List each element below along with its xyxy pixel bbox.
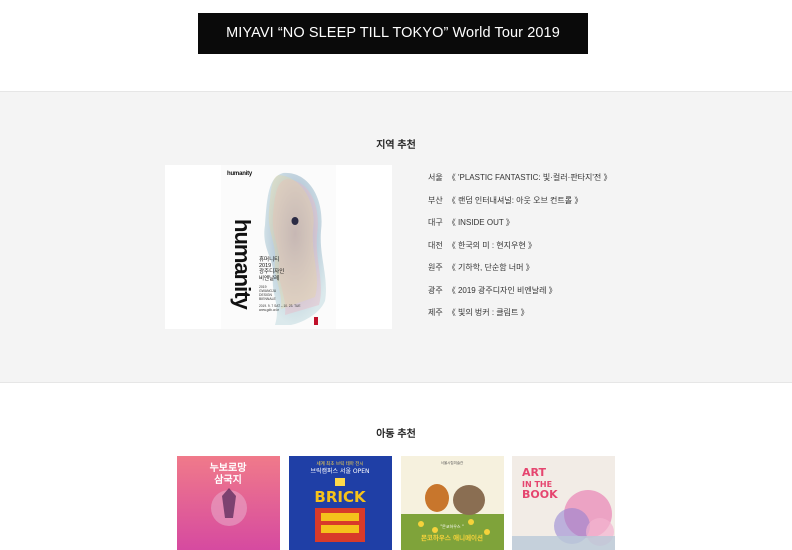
poster-logo: humanity bbox=[227, 171, 253, 177]
region-recommendation-list: 서울 《 'PLASTIC FANTASTIC: 빛·컬러·판타지'전 》 부산 《… bbox=[428, 172, 612, 330]
svg-text:BOOK: BOOK bbox=[522, 488, 558, 501]
region-item-daejeon[interactable]: 대전 《 한국의 미 : 현지우현 》 bbox=[428, 240, 612, 263]
svg-text:삼국지: 삼국지 bbox=[214, 473, 242, 486]
svg-text:"몬코하우스 ": "몬코하우스 " bbox=[440, 523, 464, 529]
poster-canvas: humanity humanity 휴머니티 2019 광주디자인 비엔날레 2… bbox=[221, 165, 336, 329]
region-item-jeju[interactable]: 제주 《 빛의 벙커 : 클림트 》 bbox=[428, 307, 612, 330]
region-section-title: 지역 추천 bbox=[376, 140, 416, 151]
svg-text:서울시립미술관: 서울시립미술관 bbox=[441, 460, 464, 465]
samguk-poster-art: 누보로망 삼국지 bbox=[177, 456, 280, 550]
kids-section-title: 아동 추천 bbox=[376, 429, 416, 440]
poster-vertical-title: humanity bbox=[230, 219, 255, 309]
poster-date: 2019. 9. 7 SAT – 10. 23. TUE www.gdb.or.… bbox=[259, 304, 301, 312]
kids-thumb-samguk[interactable]: 누보로망 삼국지 bbox=[177, 456, 280, 550]
region-item-seoul[interactable]: 서울 《 'PLASTIC FANTASTIC: 빛·컬러·판타지'전 》 bbox=[428, 172, 612, 195]
svg-text:브릭캠퍼스 서울 OPEN: 브릭캠퍼스 서울 OPEN bbox=[310, 467, 369, 475]
region-item-wonju[interactable]: 원주 《 기하학, 단순함 너머 》 bbox=[428, 262, 612, 285]
kids-thumb-animation[interactable]: 서울시립미술관 "몬코하우스 " 몬코하우스 애니메이션 bbox=[401, 456, 504, 550]
kids-thumb-brick[interactable]: 세계 최초 브릭 테마 전시 브릭캠퍼스 서울 OPEN BRICK bbox=[289, 456, 392, 550]
art-in-the-book-poster-art: ART IN THE BOOK bbox=[512, 456, 615, 550]
brick-poster-art: 세계 최초 브릭 테마 전시 브릭캠퍼스 서울 OPEN BRICK bbox=[289, 456, 392, 550]
poster-korean-title: 휴머니티 2019 광주디자인 비엔날레 bbox=[259, 257, 285, 282]
svg-text:세계 최초 브릭 테마 전시: 세계 최초 브릭 테마 전시 bbox=[316, 460, 363, 467]
svg-text:ART: ART bbox=[522, 466, 546, 479]
poster-red-mark bbox=[314, 317, 318, 325]
region-item-gwangju[interactable]: 광주 《 2019 광주디자인 비엔날레 》 bbox=[428, 285, 612, 308]
top-area: MIYAVI “NO SLEEP TILL TOKYO” World Tour … bbox=[0, 0, 792, 91]
animation-poster-art: 서울시립미술관 "몬코하우스 " 몬코하우스 애니메이션 bbox=[401, 456, 504, 550]
region-item-daegu[interactable]: 대구 《 INSIDE OUT 》 bbox=[428, 217, 612, 240]
kids-thumb-art-in-the-book[interactable]: ART IN THE BOOK bbox=[512, 456, 615, 550]
svg-text:몬코하우스 애니메이션: 몬코하우스 애니메이션 bbox=[421, 533, 483, 542]
biennale-poster-image[interactable]: humanity humanity 휴머니티 2019 광주디자인 비엔날레 2… bbox=[165, 165, 392, 329]
poster-english-title: 2019 GWANGJU DESIGN BIENNALE bbox=[259, 285, 277, 301]
region-item-busan[interactable]: 부산 《 랜덤 인터내셔널: 아웃 오브 컨트롤 》 bbox=[428, 195, 612, 218]
svg-text:BRICK: BRICK bbox=[314, 488, 367, 506]
region-recommendation-section: 지역 추천 humanity humanity 휴머니티 2019 광주디자인 … bbox=[0, 91, 792, 383]
svg-text:누보로망: 누보로망 bbox=[210, 461, 248, 474]
world-tour-banner[interactable]: MIYAVI “NO SLEEP TILL TOKYO” World Tour … bbox=[198, 13, 588, 54]
